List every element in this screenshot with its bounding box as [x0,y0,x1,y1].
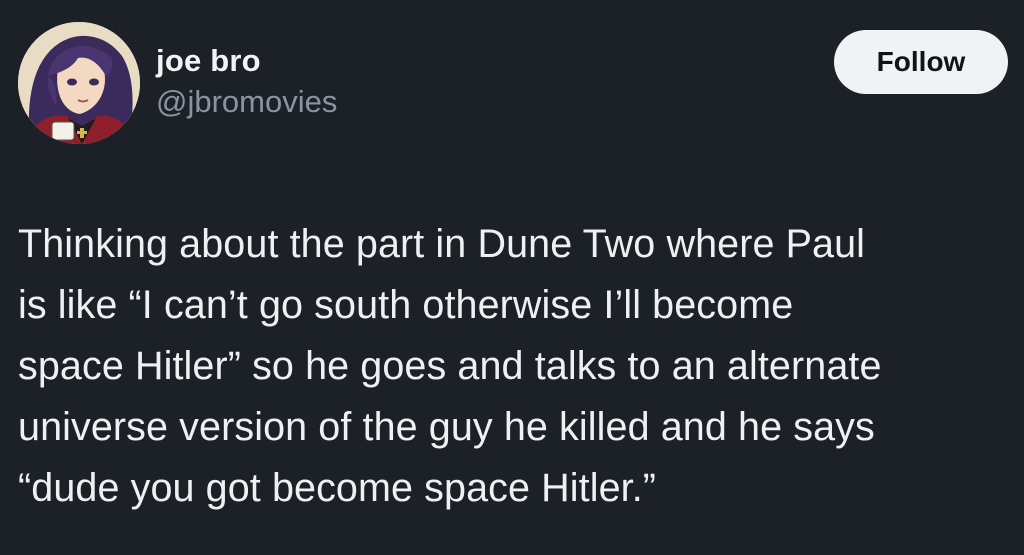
display-name[interactable]: joe bro [156,42,337,80]
tweet-header: joe bro @jbromovies Follow [18,22,1008,146]
tweet-text-line: universe version of the guy he killed an… [18,405,875,449]
follow-button[interactable]: Follow [834,30,1008,94]
tweet-card: joe bro @jbromovies Follow Thinking abou… [0,0,1024,555]
user-handle[interactable]: @jbromovies [156,82,337,122]
tweet-text-line: “dude you got become space Hitler.” [18,466,657,510]
tweet-text-line: Thinking about the part in Dune Two wher… [18,222,866,266]
author-names: joe bro @jbromovies [156,42,337,122]
tweet-text-line: space Hitler” so he goes and talks to an… [18,344,882,388]
tweet-text: Thinking about the part in Dune Two wher… [18,214,1013,519]
anime-avatar-icon [18,22,140,144]
avatar[interactable] [18,22,140,144]
tweet-text-line: is like “I can’t go south otherwise I’ll… [18,283,794,327]
